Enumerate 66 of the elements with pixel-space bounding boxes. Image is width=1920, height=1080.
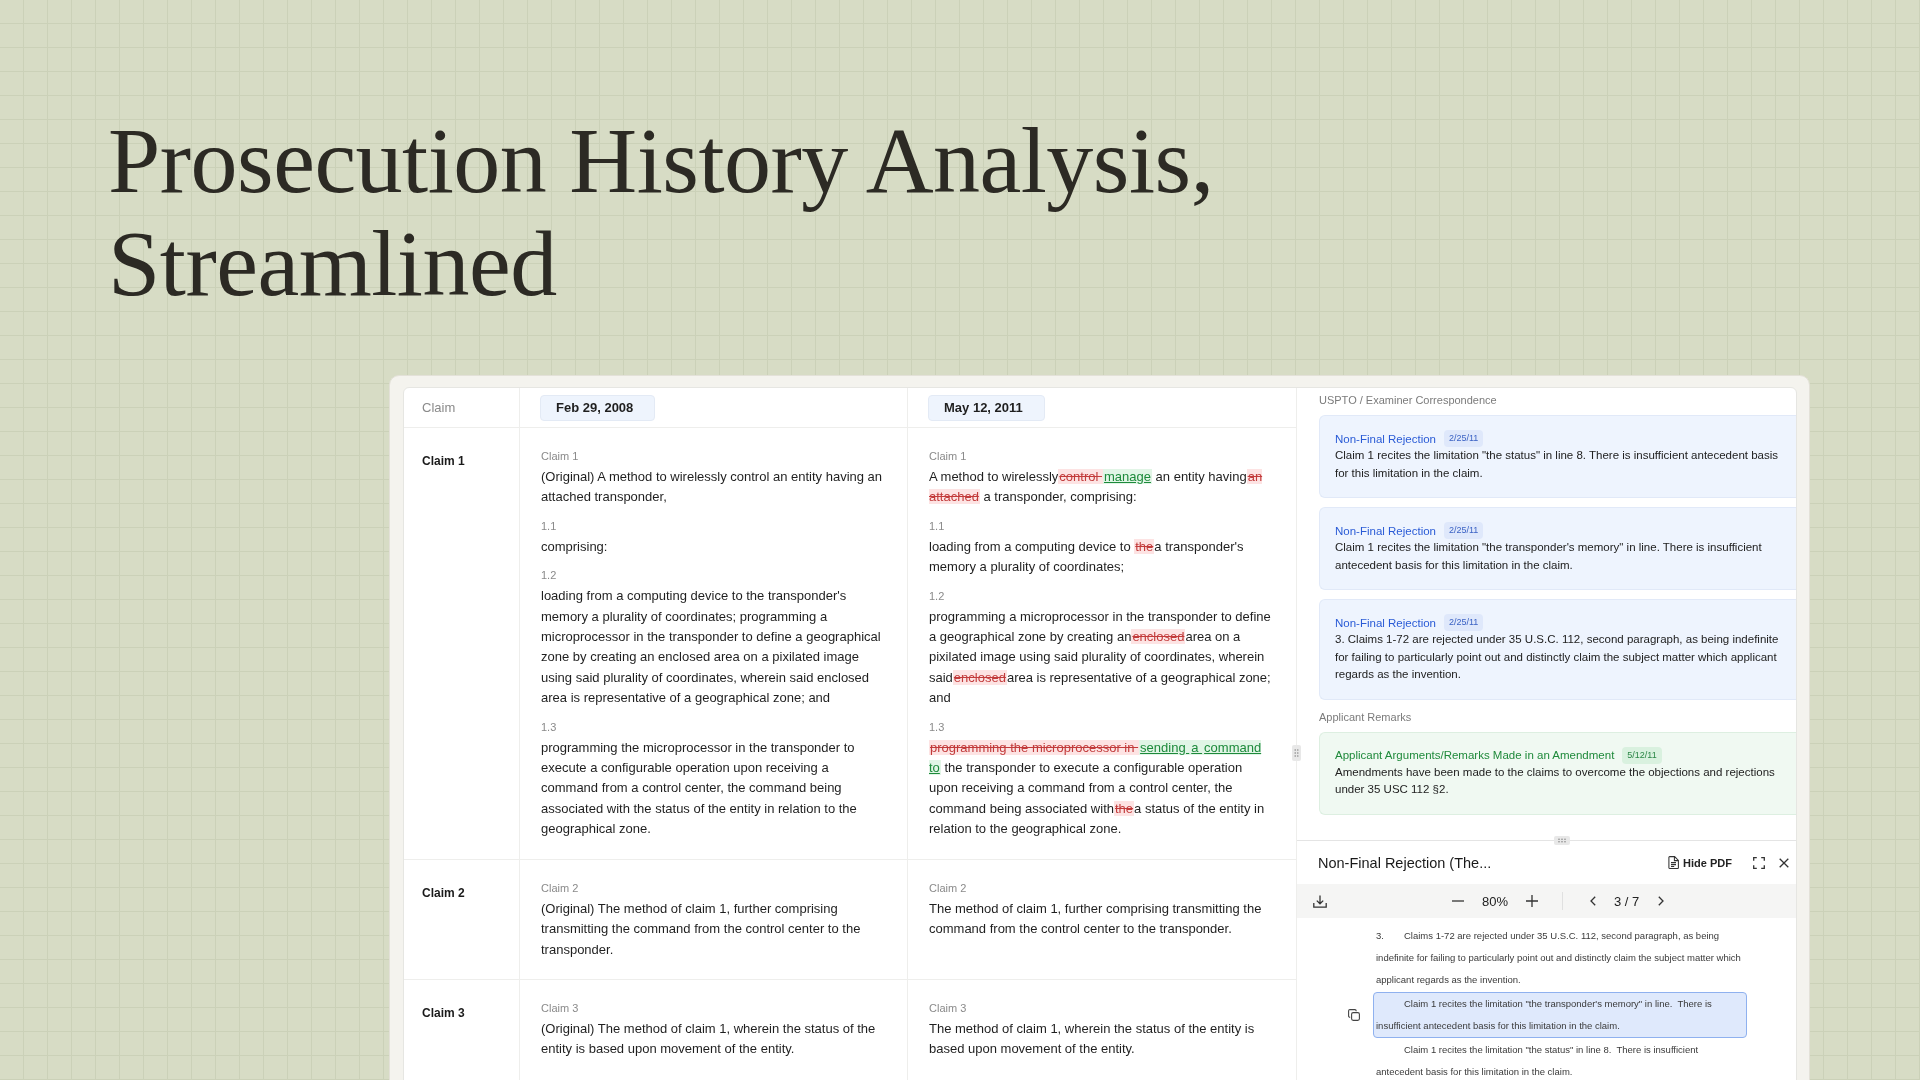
entry-text: Claim 1 recites the limitation "the transponder's memory" in line. There is insufficient antecedent basis for this limitation in the claim. [1335, 540, 1763, 573]
entry-text: Amendments have been made to the claims to overcome the objections and rejections under 35 USC 112 §2. [1335, 764, 1776, 797]
close-icon[interactable] [1779, 857, 1789, 868]
date-badge: 2/25/11 [1444, 522, 1484, 539]
section-label: 1.3 [541, 719, 557, 735]
entry-text: Claim 1 recites the limitation "the status" in line 8. There is insufficient antecedent basis for this limitation in the claim. [1335, 448, 1780, 481]
section-label: Claim 2 [929, 880, 967, 896]
drag-handle-icon[interactable] [1554, 836, 1570, 845]
claim-text: programming the microprocessor in sending a command to the transponder to execute a configurable operation upon receiving a command from a control center, the command being associated withthea status of the entity in relation to the geographical zone. [929, 738, 1266, 839]
section-heading: Applicant Remarks [1319, 709, 1412, 725]
plus-icon[interactable] [1526, 895, 1539, 907]
chevron-left-icon[interactable] [1590, 896, 1597, 906]
section-label: 1.2 [541, 568, 557, 584]
correspondence-card[interactable]: Applicant Arguments/Remarks Made in an Amendment 5/12/11 Amendments have been made to the claims to overcome the objections and rejections under 35 USC 112 §2. [1319, 731, 1796, 815]
section-label: Claim 3 [929, 1000, 967, 1016]
section-label: 1.1 [929, 518, 945, 534]
page-title: Prosecution History Analysis, Streamlined [108, 109, 1215, 315]
entry-title: Applicant Arguments/Remarks Made in an Amendment [1335, 748, 1615, 762]
claim-text: (Original) The method of claim 1, wherein the status of the entity is based upon movement of the entity. [541, 1019, 877, 1059]
claim-name: Claim 1 [422, 453, 465, 469]
document-icon [1668, 856, 1680, 869]
zoom-level: 80% [1482, 893, 1509, 909]
date-badge: 2/25/11 [1444, 430, 1484, 447]
document-title: Non-Final Rejection (The... [1318, 854, 1492, 871]
drag-handle-icon[interactable] [1292, 745, 1301, 761]
section-heading: USPTO / Examiner Correspondence [1319, 393, 1497, 408]
chevron-right-icon[interactable] [1658, 896, 1665, 906]
pdf-paragraph: Claim 1 recites the limitation "the transponder's memory" in line. There is insufficient antecedent basis for this limitation in the claim. [1373, 992, 1747, 1038]
section-label: Claim 3 [541, 1000, 579, 1016]
correspondence-card[interactable]: Non-Final Rejection 2/25/11 Claim 1 recites the limitation "the transponder's memory" in line. There is insufficient antecedent basis for this limitation in the claim. [1319, 507, 1796, 590]
entry-title: Non-Final Rejection [1335, 431, 1436, 446]
date-badge: 2/25/11 [1444, 614, 1484, 631]
fullscreen-icon[interactable] [1753, 856, 1765, 869]
copy-icon[interactable] [1348, 1009, 1360, 1021]
claim-text: comprising: [541, 537, 609, 556]
version-date: May 12, 2011 [928, 394, 1045, 421]
section-label: 1.3 [929, 719, 945, 735]
section-label: 1.1 [541, 518, 557, 534]
correspondence-card[interactable] [1319, 599, 1796, 700]
claim-text: A method to wirelesslycontrol manage an entity havingan attached a transponder, comprising: [929, 468, 1264, 507]
download-icon[interactable] [1313, 894, 1327, 908]
section-label: 1.2 [929, 588, 945, 604]
section-label: Claim 1 [929, 449, 967, 464]
claim-text: The method of claim 1, further comprising transmitting the command from the control center to the transponder. [929, 899, 1263, 939]
claim-text: (Original) The method of claim 1, further comprising transmitting the command from the control center to the transponder. [541, 899, 862, 959]
version-date: Feb 29, 2008 [540, 394, 656, 421]
hide-pdf-button[interactable]: Hide PDF [1668, 856, 1732, 869]
claim-name: Claim 3 [422, 1004, 465, 1021]
pdf-paragraph: 3. Claims 1-72 are rejected under 35 U.S.C. 112, second paragraph, as being indefinite for failing to particularly point out and distinctly claim the subject matter which applicant regards as the invention. [1375, 929, 1742, 987]
claim-text: (Original) A method to wirelessly control an entity having an attached transponder, [541, 468, 884, 507]
claim-text: The method of claim 1, wherein the status of the entity is based upon movement of the entity. [929, 1019, 1256, 1059]
claim-text: programming a microprocessor in the transponder to define a geographical zone by creating anenclosedarea on a pixilated image using said plurality of coordinates, wherein saidenclosedarea is representative of a geographical zone; and [929, 607, 1272, 708]
column-header: Claim [422, 399, 456, 416]
page-indicator: 3 / 7 [1614, 893, 1640, 909]
claim-text: loading from a computing device to thea transponder's memory a plurality of coordinates; [929, 537, 1245, 577]
correspondence-card[interactable]: Non-Final Rejection 2/25/11 Claim 1 recites the limitation "the status" in line 8. There is insufficient antecedent basis for this limitation in the claim. [1319, 415, 1796, 498]
claim-text: loading from a computing device to the transponder's memory a plurality of coordinates; programming a microprocessor in the transponder to define a geographical zone by creating an enclosed area on a pixilated image using said plurality of coordinates, wherein said enclosed area is representative of a geographical zone; and [541, 587, 882, 708]
section-label: Claim 1 [541, 449, 579, 464]
claim-name: Claim 2 [422, 884, 465, 901]
pdf-paragraph: Claim 1 recites the limitation "the status" in line 8. There is insufficient antecedent basis for this limitation in the claim. [1375, 1043, 1700, 1079]
entry-title: Non-Final Rejection [1335, 615, 1436, 630]
entry-text: 3. Claims 1-72 are rejected under 35 U.S.C. 112, second paragraph, as being indefinite for failing to particularly point out and distinctly claim the subject matter which applicant regards as the invention. [1335, 632, 1780, 682]
entry-title: Non-Final Rejection [1335, 523, 1436, 538]
date-badge: 5/12/11 [1622, 746, 1662, 764]
claim-text: programming the microprocessor in the transponder to execute a configurable operation upon receiving a command from a control center, the command being associated with the status of the entity in relation to the geographical zone. [541, 738, 858, 839]
section-label: Claim 2 [541, 880, 579, 896]
